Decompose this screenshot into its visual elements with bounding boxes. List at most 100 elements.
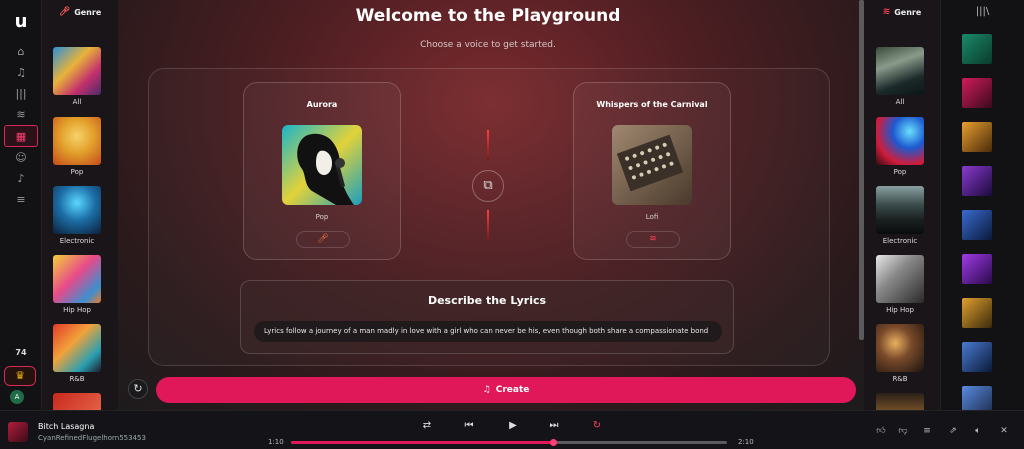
lyrics-input[interactable]: Lyrics follow a journey of a man madly i… [254,321,722,342]
genre-thumb [53,324,101,372]
divider-line-bottom [487,210,489,240]
genre-label: All [72,98,82,106]
track-thumbnail[interactable] [962,386,992,410]
external-link-icon[interactable]: ⇗ [946,426,960,436]
genre-thumb [53,47,101,95]
left-genre-item-pop[interactable]: Pop [53,117,101,176]
voice-card-left[interactable]: Aurora Pop 🎤︎ [243,82,401,260]
voice-mic-button[interactable]: 🎤︎ [296,231,350,248]
voice-name: Whispers of the Carnival [596,100,708,109]
genre-thumb [876,117,924,165]
genre-label: Pop [893,168,907,176]
track-thumbnail[interactable] [962,298,992,328]
left-genre-item-all[interactable]: All [53,47,101,106]
left-genre-item-electronic[interactable]: Electronic [53,186,101,245]
genre-label: Pop [70,168,84,176]
time-current: 1:10 [268,438,284,446]
right-genre-item-electronic[interactable]: Electronic [876,186,924,245]
divider-line-top [487,130,489,160]
previous-icon[interactable]: ⏮︎ [461,420,477,431]
home-icon[interactable]: ⌂ [10,44,32,60]
swap-voices-button[interactable]: ⧉ [472,170,504,202]
waveform-icon[interactable]: ≋ [10,107,32,123]
voice-card-right[interactable]: Whispers of the Carnival Lofi ≋ [573,82,731,260]
app-window: u ⌂ ♫ ||| ≋ ▦ ☺ ♪ ≡ 74 ♛ A 🎤︎ Genre All … [0,0,1024,449]
right-genre-item-pop[interactable]: Pop [876,117,924,176]
genre-thumb [53,117,101,165]
voice-waveform-button[interactable]: ≋ [626,231,680,248]
queue-icon[interactable]: ≡ [920,426,934,436]
page-subtitle: Choose a voice to get started. [420,40,556,50]
track-thumbnail[interactable] [962,166,992,196]
waveform-icon: ≋ [882,7,891,17]
library-icon[interactable]: ||| [10,86,32,102]
left-genre-item-more[interactable] [53,393,101,410]
right-genre-item-more[interactable] [876,393,924,410]
voice-cover-image [612,125,692,205]
track-thumbnail[interactable] [962,78,992,108]
shuffle-icon[interactable]: ⇄ [419,420,435,431]
bell-icon[interactable]: ♪ [10,171,32,187]
credits-count: 74 [15,348,27,357]
genre-label: Hip Hop [886,306,914,314]
left-genre-header-label: Genre [74,7,102,17]
create-label: Create [495,385,530,395]
now-playing-title[interactable]: Bitch Lasagna [38,422,94,431]
genre-thumb [53,186,101,234]
lyrics-title: Describe the Lyrics [427,294,547,307]
page-title: Welcome to the Playground [355,6,621,26]
right-genre-header-label: Genre [894,7,922,17]
music-note-icon[interactable]: ♫ [10,65,32,81]
right-genre-item-all[interactable]: All [876,47,924,106]
next-icon[interactable]: ⏭︎ [546,420,562,431]
right-genre-item-hip-hop[interactable]: Hip Hop [876,255,924,314]
genre-label: Electronic [59,237,95,245]
waveform-icon: ≋ [649,234,657,244]
playground-grid-icon[interactable]: ▦ [4,125,38,147]
now-playing-artist[interactable]: CyanRefinedFlugelhorn553453 [38,434,146,442]
track-thumbnail[interactable] [962,34,992,64]
player-bar: Bitch Lasagna CyanRefinedFlugelhorn55345… [0,410,1024,449]
progress-track[interactable] [291,439,727,446]
menu-lines-icon[interactable]: ≡ [10,192,32,208]
voice-genre: Pop [315,213,329,221]
genre-thumb [876,255,924,303]
refresh-button[interactable]: ↻ [128,379,148,399]
genre-label: Electronic [882,237,918,245]
close-icon[interactable]: ✕ [997,426,1011,436]
genre-label: R&B [69,375,85,383]
repeat-icon[interactable]: ↻ [589,420,605,431]
thumbs-down-icon[interactable]: 👎︎ [896,426,910,436]
left-genre-item-rnb[interactable]: R&B [53,324,101,383]
icon-rail: u ⌂ ♫ ||| ≋ ▦ ☺ ♪ ≡ 74 ♛ A [0,0,42,410]
microphone-icon: 🎤︎ [58,7,71,17]
genre-label: All [895,98,905,106]
library-icon[interactable]: |||\ [941,0,1024,24]
genre-thumb [876,324,924,372]
crown-icon[interactable]: ♛ [4,366,36,386]
synth-artwork-icon [612,125,692,205]
right-genre-item-rnb[interactable]: R&B [876,324,924,383]
progress-handle[interactable] [549,439,557,446]
genre-thumb [53,393,101,410]
right-genre-list: ≋ Genre All Pop Electronic Hip Hop R&B [864,0,940,410]
left-genre-item-hip-hop[interactable]: Hip Hop [53,255,101,314]
now-playing-cover[interactable] [8,422,28,442]
track-thumbnail[interactable] [962,210,992,240]
genre-thumb [876,393,924,410]
voice-name: Aurora [306,100,338,109]
thumbs-up-icon[interactable]: 👍︎ [874,426,888,436]
play-icon[interactable]: ▶ [505,420,521,431]
playground-main: Welcome to the Playground Choose a voice… [118,0,864,410]
app-logo-icon[interactable]: u [9,10,33,34]
voice-cover-image [282,125,362,205]
volume-icon[interactable]: 🔈︎ [971,426,985,436]
singer-artwork-icon [282,125,362,205]
user-icon[interactable]: ☺ [10,150,32,166]
track-thumbnail[interactable] [962,254,992,284]
avatar[interactable]: A [10,390,24,404]
music-note-icon: ♫ [482,385,491,395]
create-button[interactable]: ♫ Create [156,377,856,403]
track-thumbnail[interactable] [962,342,992,372]
track-thumbnail[interactable] [962,122,992,152]
